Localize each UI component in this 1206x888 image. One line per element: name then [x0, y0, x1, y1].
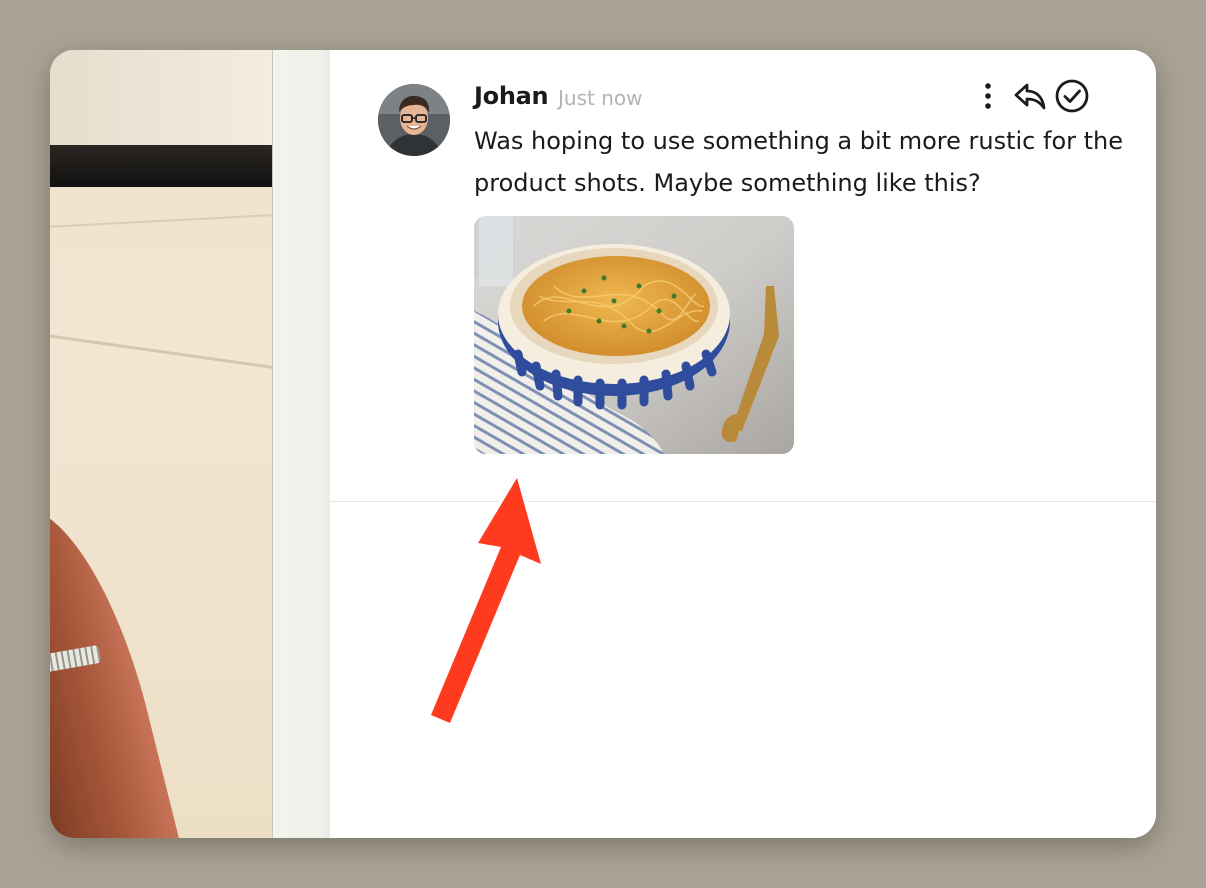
reply-button[interactable]	[1012, 78, 1048, 114]
avatar[interactable]	[378, 84, 450, 156]
side-strip	[273, 50, 330, 838]
comment-author: Johan	[474, 82, 549, 110]
resolve-button[interactable]	[1054, 78, 1090, 114]
comment-message: Was hoping to use something a bit more r…	[474, 127, 1124, 197]
background-photo	[50, 50, 272, 838]
comment-timestamp: Just now	[558, 86, 643, 110]
resolve-check-icon	[1055, 79, 1089, 113]
reply-icon	[1014, 83, 1046, 110]
image-attachment[interactable]	[474, 216, 794, 454]
annotation-arrow-icon	[427, 474, 545, 727]
app-window: Johan Just now Was hoping to use somethi…	[50, 50, 1156, 838]
more-vertical-icon	[985, 83, 991, 109]
more-options-button[interactable]	[970, 78, 1006, 114]
spaghetti-photo	[474, 216, 794, 454]
avatar-image	[378, 84, 450, 156]
